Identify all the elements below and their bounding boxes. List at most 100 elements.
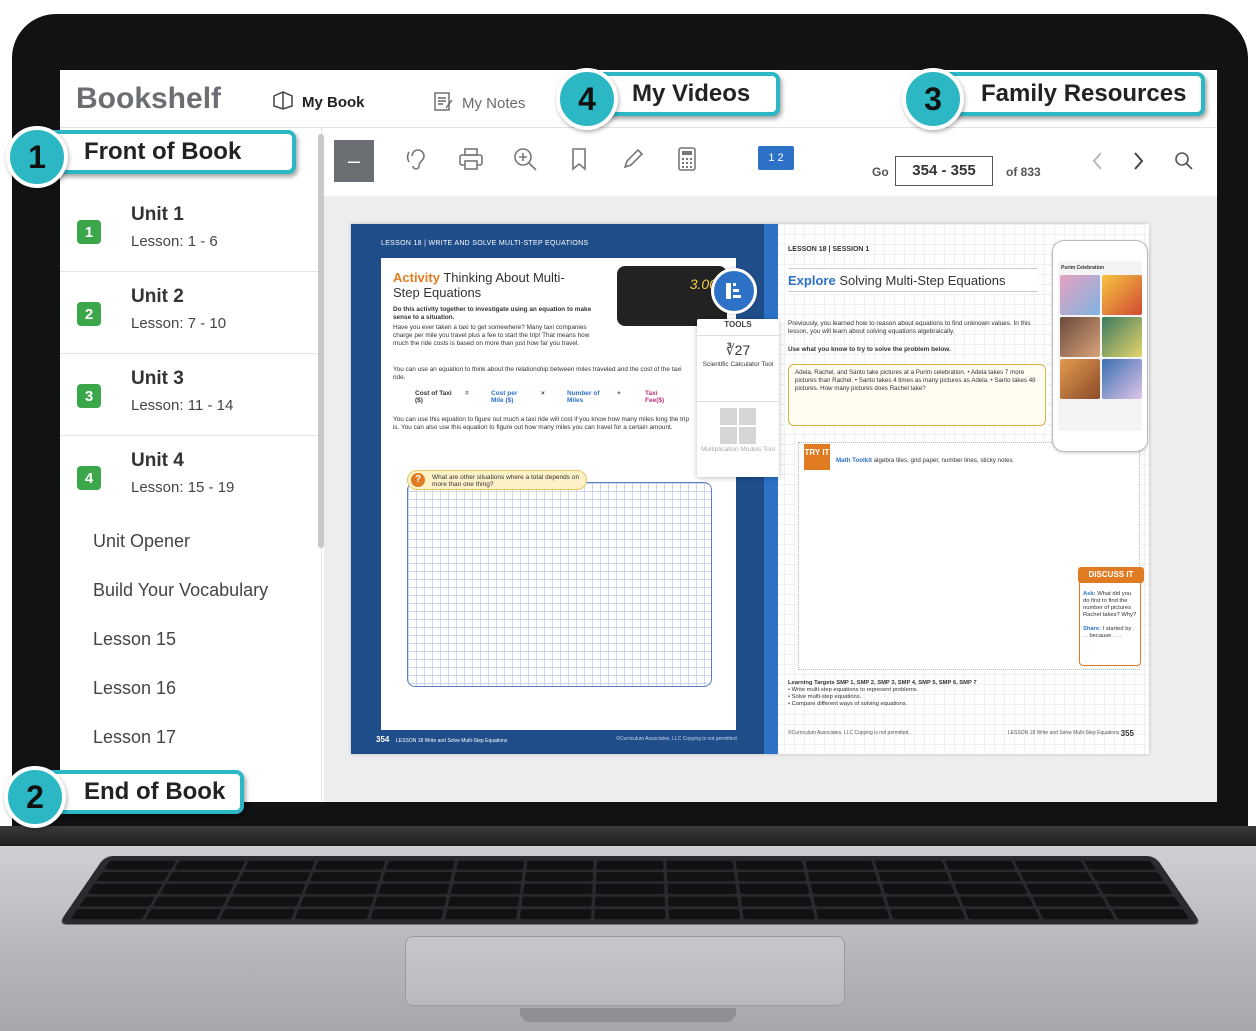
cube-root-icon: ∛27 — [725, 342, 751, 358]
problem-box: Adela, Rachel, and Santo take pictures a… — [788, 364, 1046, 426]
listen-icon[interactable] — [402, 144, 432, 174]
keyboard-key — [450, 884, 521, 894]
book-viewer: LESSON 18 | WRITE AND SOLVE MULTI-STEP E… — [324, 196, 1217, 802]
callout-my-videos[interactable]: My Videos — [590, 72, 780, 116]
sidebar-item-unit-2[interactable]: 2 Unit 2 Lesson: 7 - 10 — [60, 272, 318, 354]
calculator-icon[interactable] — [672, 144, 702, 174]
multiplication-models-tool[interactable]: Multiplication Models Tool — [697, 401, 779, 477]
bookmark-icon[interactable] — [564, 144, 594, 174]
keyboard-key — [167, 872, 241, 882]
sidebar-item-unit-opener[interactable]: Unit Opener — [93, 531, 190, 552]
sidebar-item-unit-4[interactable]: 4 Unit 4 Lesson: 15 - 19 — [60, 436, 318, 518]
keyboard-key — [70, 908, 149, 920]
nav-my-book-label: My Book — [302, 93, 365, 111]
sidebar-item-unit-3[interactable]: 3 Unit 3 Lesson: 11 - 14 — [60, 354, 318, 436]
keyboard-key — [596, 860, 664, 870]
callout-front-of-book: Front of Book — [40, 130, 296, 174]
keyboard-key — [447, 896, 520, 907]
activity-paragraph-3: You can use this equation to figure out … — [393, 416, 690, 431]
sidebar-item-lesson-15[interactable]: Lesson 15 — [93, 629, 176, 650]
keyboard-key — [886, 896, 960, 907]
keyboard-key — [813, 896, 887, 907]
sidebar-item-unit-1[interactable]: 1 Unit 1 Lesson: 1 - 6 — [60, 190, 318, 272]
unit-lessons: Lesson: 1 - 6 — [131, 233, 218, 250]
photo-thumbnail — [1102, 359, 1142, 399]
photo-thumbnail — [1102, 275, 1142, 315]
page-header: LESSON 18 | WRITE AND SOLVE MULTI-STEP E… — [381, 240, 589, 247]
unit-name: Unit 1 — [131, 204, 184, 225]
nav-my-notes-label: My Notes — [462, 94, 526, 112]
prev-page-icon[interactable] — [1090, 150, 1104, 178]
keyboard-key — [1097, 884, 1173, 894]
pencil-icon[interactable] — [618, 144, 648, 174]
tools-button[interactable] — [711, 268, 757, 314]
keyboard-key — [595, 872, 665, 882]
unit-lessons: Lesson: 11 - 14 — [131, 397, 234, 414]
math-toolkit: Math Toolkit algebra tiles, grid paper, … — [836, 457, 1013, 464]
laptop-trackpad — [405, 936, 845, 1006]
laptop-notch — [520, 1008, 736, 1022]
keyboard-key — [244, 860, 316, 870]
grid-model-icon — [720, 408, 756, 444]
keyboard-key — [525, 860, 594, 870]
page-footer: 354 LESSON 18 Write and Solve Multi-Step… — [376, 735, 508, 744]
keyboard-key — [452, 872, 523, 882]
page-number-input[interactable]: 354 - 355 — [895, 156, 993, 186]
sidebar-item-lesson-17[interactable]: Lesson 17 — [93, 727, 176, 748]
print-icon[interactable] — [456, 144, 486, 174]
unit-lessons: Lesson: 15 - 19 — [131, 479, 235, 496]
activity-title: Activity Thinking About Multi-Step Equat… — [393, 270, 565, 300]
next-page-icon[interactable] — [1132, 150, 1146, 178]
page-total: of 833 — [1006, 165, 1041, 179]
keyboard-key — [103, 860, 177, 870]
sidebar-item-build-vocabulary[interactable]: Build Your Vocabulary — [93, 580, 268, 601]
keyboard-key — [521, 896, 593, 907]
table-of-contents: 1 Unit 1 Lesson: 1 - 6 2 Unit 2 Lesson: … — [60, 128, 324, 802]
scientific-calculator-tool[interactable]: ∛27 Scientific Calculator Tool — [697, 335, 779, 399]
keyboard-key — [300, 896, 374, 907]
search-icon[interactable] — [1174, 150, 1194, 178]
question-pill: ? What are other situations where a total… — [407, 470, 587, 490]
page-copyright: ©Curriculum Associates, LLC Copying is n… — [616, 736, 738, 742]
eq-cost: Cost of Taxi ($) — [415, 390, 452, 404]
tools-label: TOOLS — [724, 320, 752, 329]
phone-screen: Purim Celebration — [1058, 261, 1142, 431]
keyboard-key — [294, 908, 370, 920]
keyboard-key — [1083, 860, 1157, 870]
eq-times: × — [541, 390, 545, 397]
keyboard-key — [816, 908, 891, 920]
sidebar-item-lesson-16[interactable]: Lesson 16 — [93, 678, 176, 699]
keyboard-key — [740, 896, 813, 907]
screen: Bookshelf My Book My Notes – 1 2 Go 354 … — [60, 70, 1217, 802]
page-footer: ©Curriculum Associates, LLC Copying is n… — [788, 729, 1134, 738]
keyboard-key — [226, 896, 301, 907]
nav-my-notes[interactable]: My Notes — [432, 90, 525, 116]
photo-thumbnail — [1060, 317, 1100, 357]
keyboard-key — [79, 896, 156, 907]
discuss-it-box: DISCUSS IT Ask: What did you do first to… — [1078, 567, 1144, 666]
phone-image: Purim Celebration — [1052, 240, 1148, 452]
question-icon: ? — [411, 473, 425, 487]
collapse-sidebar-button[interactable]: – — [334, 140, 374, 182]
page-spine — [764, 224, 778, 754]
callout-badge-1: 1 — [6, 126, 68, 188]
keyboard-key — [944, 860, 1016, 870]
explore-title: Explore Solving Multi-Step Equations — [788, 268, 1038, 292]
keyboard-key — [1019, 872, 1093, 882]
unit-name: Unit 4 — [131, 450, 184, 471]
unit-name: Unit 2 — [131, 286, 184, 307]
callout-family-resources[interactable]: Family Resources — [935, 72, 1205, 116]
nav-my-book[interactable]: My Book — [272, 90, 365, 114]
go-label: Go — [872, 165, 889, 179]
try-it-tag: TRY IT — [804, 444, 830, 470]
keyboard-key — [519, 908, 592, 920]
zoom-in-icon[interactable] — [510, 144, 540, 174]
keyboard-key — [882, 884, 955, 894]
two-page-view-toggle[interactable]: 1 2 — [758, 146, 794, 170]
keyboard-key — [377, 884, 450, 894]
keyboard-key — [145, 908, 222, 920]
keyboard-key — [958, 896, 1034, 907]
book-icon — [272, 90, 294, 114]
activity-intro: Do this activity together to investigate… — [393, 306, 592, 321]
discuss-it-tag: DISCUSS IT — [1078, 567, 1144, 583]
